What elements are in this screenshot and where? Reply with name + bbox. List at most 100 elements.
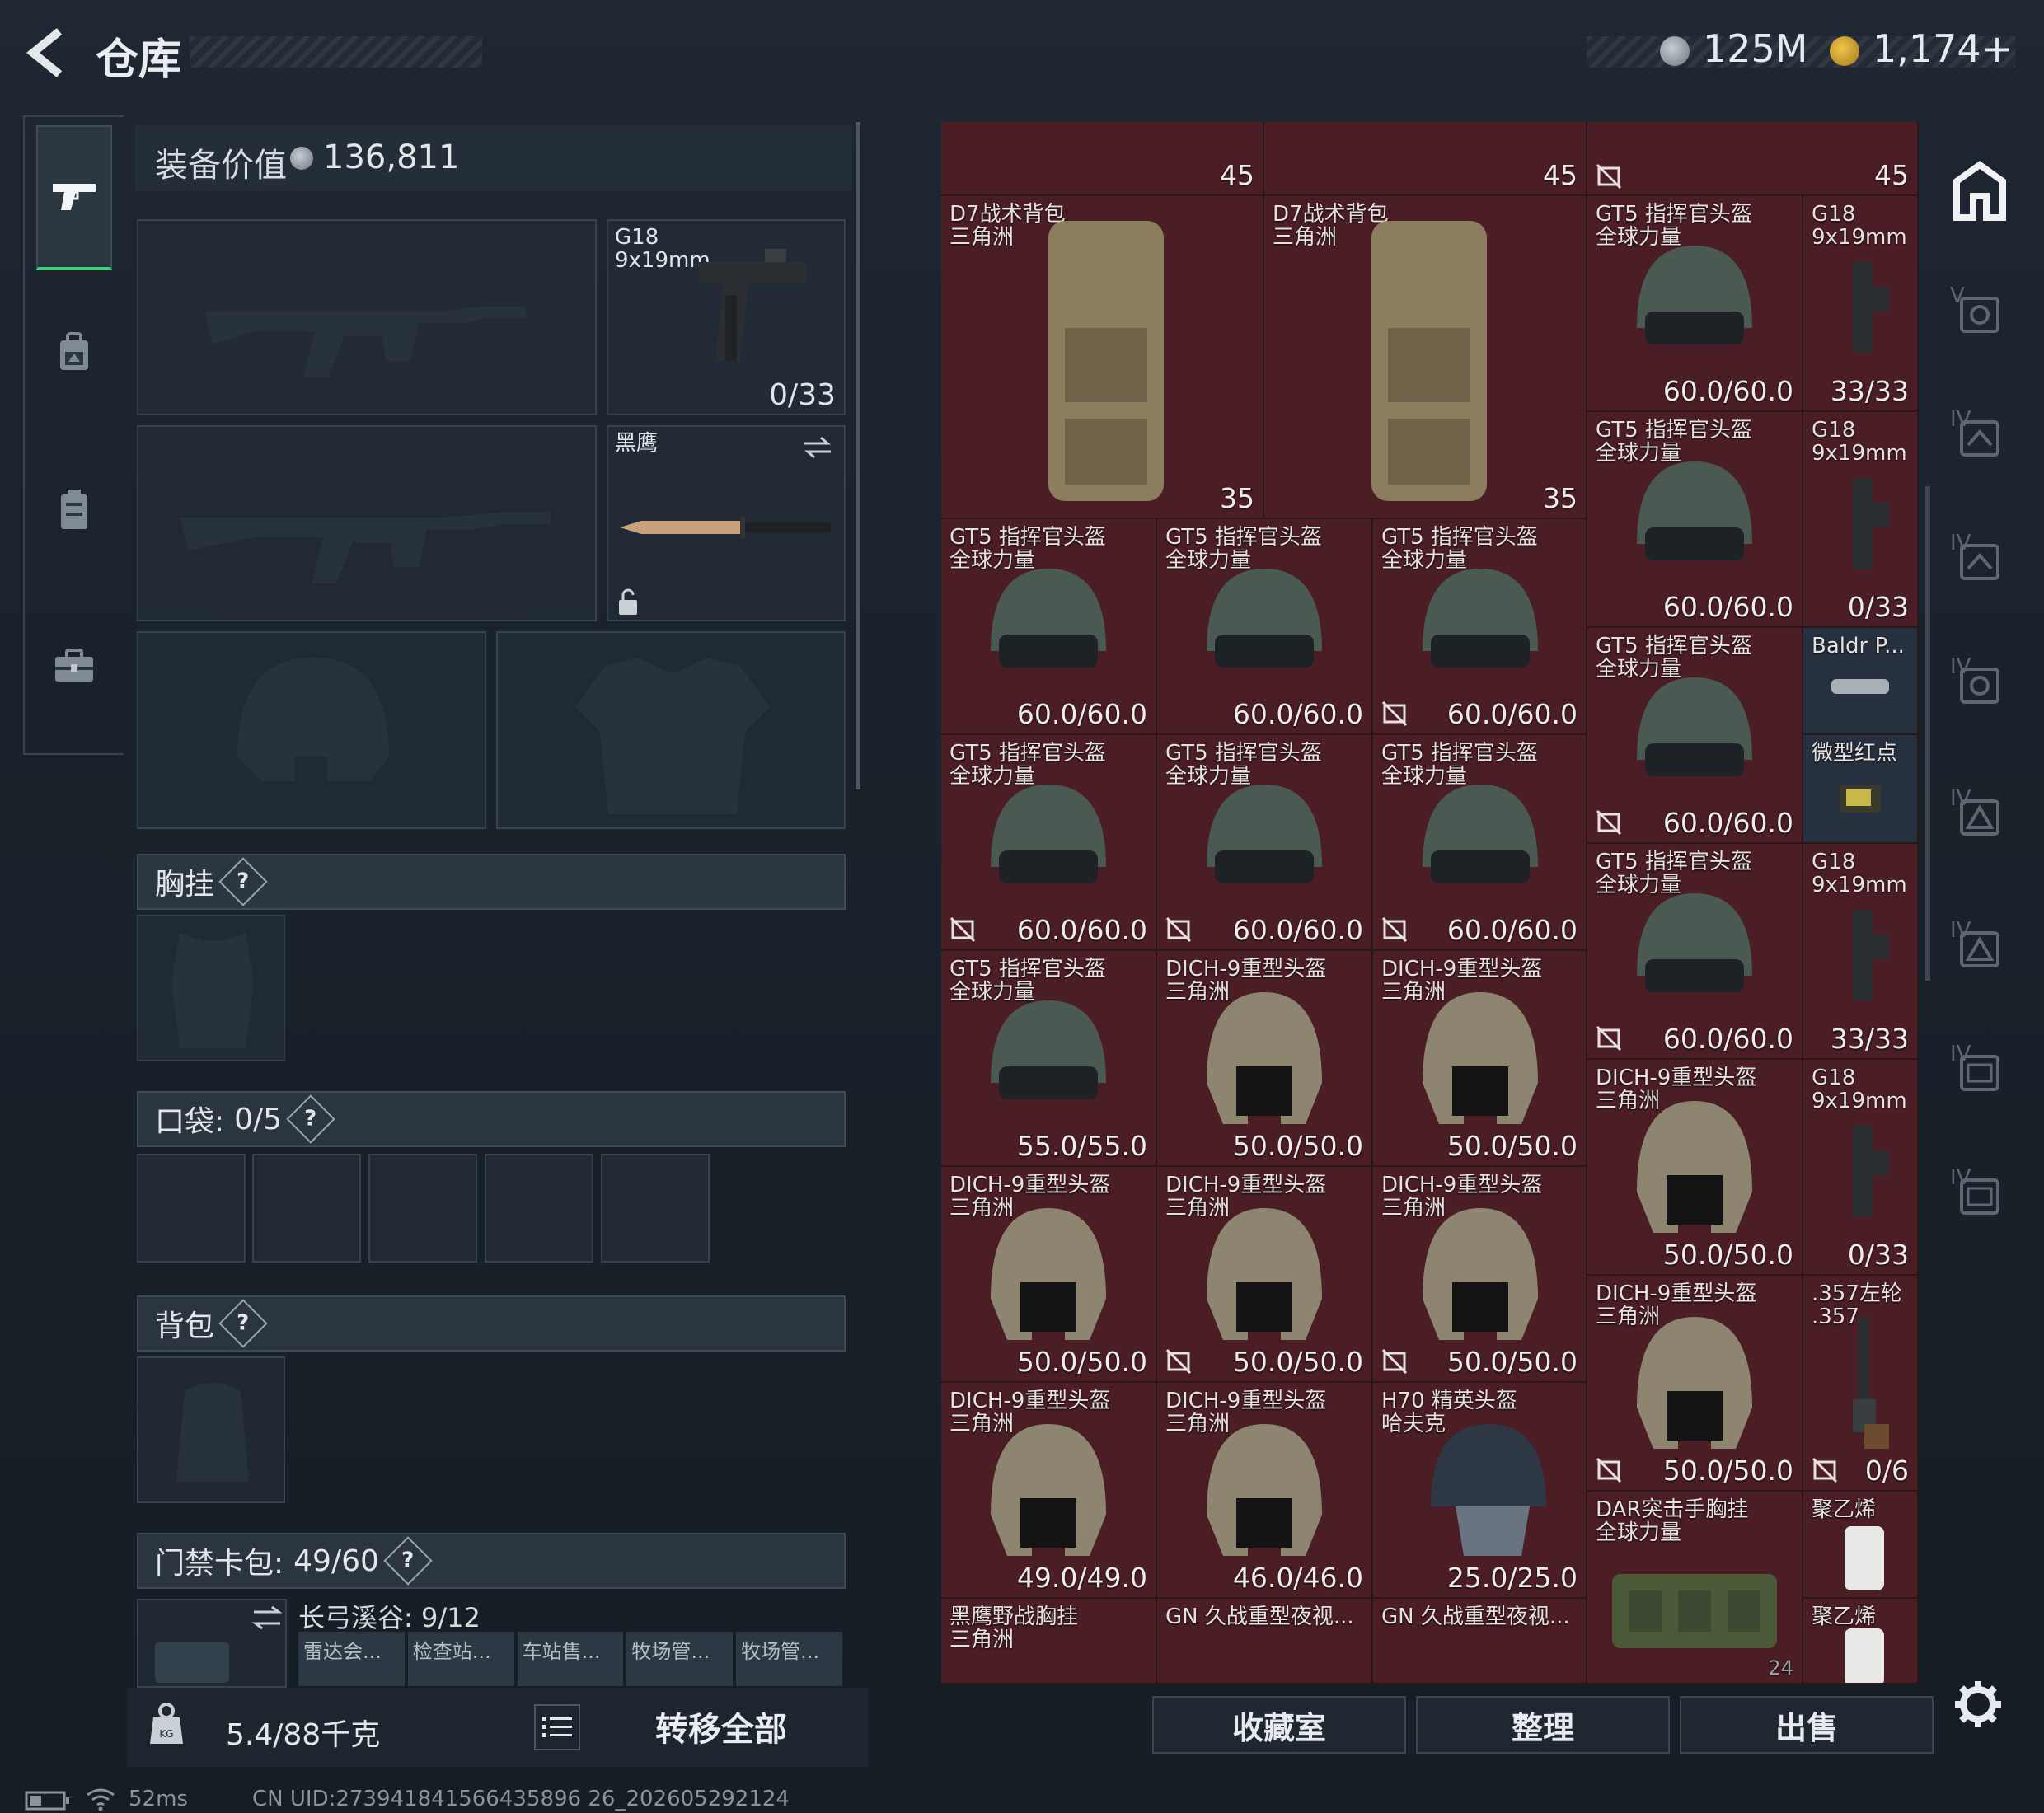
list-view-button[interactable] — [534, 1704, 580, 1750]
stash-item-helmet[interactable]: DICH-9重型头盔 三角洲 46.0/46.0 — [1157, 1383, 1373, 1599]
no-insure-icon — [1596, 163, 1622, 190]
stash-item[interactable]: 45 — [1587, 122, 1919, 196]
sort-button[interactable]: 整理 — [1416, 1696, 1670, 1754]
stash-item-nvg[interactable]: GN 久战重型夜视... — [1373, 1599, 1587, 1684]
gear-icon[interactable] — [1952, 1678, 2004, 1731]
stash-item-helmet[interactable]: GT5 指挥官头盔 全球力量 60.0/60.0 — [941, 519, 1157, 735]
ping-value: 52ms — [129, 1787, 188, 1811]
stash-item-nvg[interactable]: GN 久战重型夜视... — [1157, 1599, 1373, 1684]
stash-item-pistol[interactable]: G18 9x19mm 33/33 — [1803, 844, 1919, 1060]
help-icon[interactable]: ? — [218, 857, 268, 906]
keycard-case-slot[interactable] — [137, 1599, 287, 1688]
stash-item-chest-rig[interactable]: 黑鹰野战胸挂 三角洲 — [941, 1599, 1157, 1684]
nav-item-weapons[interactable] — [36, 125, 112, 270]
help-icon[interactable]: ? — [218, 1299, 268, 1348]
pocket-slot[interactable] — [368, 1154, 477, 1263]
stash-item-helmet[interactable]: GT5 指挥官头盔 全球力量 60.0/60.0 — [1157, 519, 1373, 735]
pockets-header: 口袋: 0/5 ? — [137, 1091, 846, 1147]
stash-item-helmet[interactable]: GT5 指挥官头盔 全球力量 60.0/60.0 — [941, 735, 1157, 951]
stash-item-helmet[interactable]: GT5 指挥官头盔 全球力量 60.0/60.0 — [1587, 196, 1803, 412]
stash-item-helmet[interactable]: DICH-9重型头盔 三角洲 50.0/50.0 — [1587, 1276, 1803, 1492]
helmet-gt5-icon — [1423, 569, 1538, 668]
stash-item-helmet[interactable]: DICH-9重型头盔 三角洲 50.0/50.0 — [1587, 1060, 1803, 1276]
stash-item-helmet[interactable]: GT5 指挥官头盔 全球力量 60.0/60.0 — [1373, 735, 1587, 951]
stash-item-helmet[interactable]: DICH-9重型头盔 三角洲 50.0/50.0 — [1373, 951, 1587, 1167]
keycard-item[interactable]: 雷达会... — [298, 1632, 405, 1686]
category-tier-item[interactable]: IV — [1945, 1038, 2014, 1108]
category-tier-item[interactable]: IV — [1945, 1162, 2014, 1231]
stash-item-helmet[interactable]: GT5 指挥官头盔 全球力量 60.0/60.0 — [1587, 412, 1803, 628]
category-tier-item[interactable]: IV — [1945, 651, 2014, 720]
stash-item-revolver[interactable]: .357左轮 .357 0/6 — [1803, 1276, 1919, 1492]
stash-item-helmet[interactable]: GT5 指挥官头盔 全球力量 60.0/60.0 — [1373, 519, 1587, 735]
stash-item-helmet[interactable]: GT5 指挥官头盔 全球力量 60.0/60.0 — [1587, 628, 1803, 844]
pocket-slot[interactable] — [252, 1154, 361, 1263]
chest-rig-slot[interactable] — [137, 915, 285, 1061]
pocket-slot[interactable] — [137, 1154, 246, 1263]
swap-icon[interactable] — [801, 435, 834, 460]
keycard-item[interactable]: 车站售... — [517, 1632, 624, 1686]
stash-item-helmet[interactable]: GT5 指挥官头盔 全球力量 55.0/55.0 — [941, 951, 1157, 1167]
chest-rig-silhouette-icon — [171, 933, 254, 1048]
stash-item[interactable]: 45 — [1264, 122, 1587, 196]
home-icon[interactable] — [1945, 157, 2014, 226]
primary-weapon-slot[interactable] — [137, 219, 597, 415]
stash-item-helmet[interactable]: DICH-9重型头盔 三角洲 50.0/50.0 — [1373, 1167, 1587, 1383]
stash-item-attachment[interactable]: Baldr P... — [1803, 628, 1919, 735]
stash-item-pistol[interactable]: G18 9x19mm 33/33 — [1803, 196, 1919, 412]
sell-button[interactable]: 出售 — [1680, 1696, 1934, 1754]
stash-scrollbar[interactable] — [1925, 486, 1930, 981]
stash-item-helmet[interactable]: DICH-9重型头盔 三角洲 49.0/49.0 — [941, 1383, 1157, 1599]
stash-item-helmet[interactable]: DICH-9重型头盔 三角洲 50.0/50.0 — [1157, 1167, 1373, 1383]
nav-item-container[interactable] — [36, 437, 112, 582]
stash-item-backpack[interactable]: D7战术背包 三角洲 35 — [1264, 196, 1587, 519]
category-tier-item[interactable]: IV — [1945, 527, 2014, 597]
sidearm-slot[interactable]: G18 9x19mm 0/33 — [607, 219, 846, 415]
stash-item-helmet[interactable]: DICH-9重型头盔 三角洲 50.0/50.0 — [1157, 951, 1373, 1167]
polyethylene-roll-icon — [1845, 1526, 1884, 1590]
helmet-silhouette-icon — [237, 658, 389, 781]
category-tier-item[interactable]: IV — [1945, 915, 2014, 984]
stash-item-pistol[interactable]: G18 9x19mm 0/33 — [1803, 412, 1919, 628]
stash-item-helmet[interactable]: GT5 指挥官头盔 全球力量 60.0/60.0 — [1587, 844, 1803, 1060]
g18-pistol-icon — [1853, 1126, 1889, 1216]
category-tier-item[interactable]: IV — [1945, 783, 2014, 852]
pocket-slot[interactable] — [485, 1154, 593, 1263]
weight-icon: KG — [150, 1703, 183, 1744]
armor-slot[interactable] — [496, 631, 846, 829]
stash-item-material[interactable]: 聚乙烯 — [1803, 1492, 1919, 1599]
nav-item-backpack[interactable] — [36, 280, 112, 425]
stash-item-helmet[interactable]: H70 精英头盔 哈夫克 25.0/25.0 — [1373, 1383, 1587, 1599]
collection-room-button[interactable]: 收藏室 — [1152, 1696, 1406, 1754]
help-icon[interactable]: ? — [383, 1536, 433, 1586]
stash-item-chest-rig[interactable]: DAR突击手胸挂 全球力量 24 — [1587, 1492, 1803, 1684]
keycard-item[interactable]: 牧场管... — [736, 1632, 842, 1686]
keycard-item[interactable]: 牧场管... — [626, 1632, 734, 1686]
equipment-value: 136,811 — [323, 138, 460, 176]
backpack-slot[interactable] — [137, 1356, 285, 1503]
stash-item-backpack[interactable]: D7战术背包 三角洲 35 — [941, 196, 1264, 519]
category-tier-item[interactable]: IV — [1945, 404, 2014, 473]
secondary-weapon-slot[interactable] — [137, 425, 597, 621]
stash-item-helmet[interactable]: GT5 指挥官头盔 全球力量 60.0/60.0 — [1157, 735, 1373, 951]
keycard-item[interactable]: 检查站... — [407, 1632, 514, 1686]
nav-item-toolbox[interactable] — [36, 593, 112, 738]
stash-item-attachment[interactable]: 微型红点 — [1803, 735, 1919, 844]
helmet-slot[interactable] — [137, 631, 486, 829]
helmet-dich9-icon — [1207, 1208, 1322, 1340]
stash-item-material[interactable]: 聚乙烯 — [1803, 1599, 1919, 1684]
battery-icon — [25, 1791, 69, 1811]
pocket-slot[interactable] — [601, 1154, 710, 1263]
keycard-header: 门禁卡包: 49/60 ? — [137, 1533, 846, 1589]
chest-rig-header: 胸挂 ? — [137, 854, 846, 910]
category-tier-item[interactable]: V — [1945, 280, 2014, 349]
gold-amount[interactable]: 1,174+ — [1873, 26, 2013, 71]
back-arrow-icon[interactable] — [23, 26, 73, 79]
transfer-all-button[interactable]: 转移全部 — [610, 1699, 832, 1754]
equipment-scrollbar[interactable] — [856, 122, 860, 789]
stash-item[interactable]: 45 — [941, 122, 1264, 196]
stash-item-pistol[interactable]: G18 9x19mm 0/33 — [1803, 1060, 1919, 1276]
melee-slot[interactable]: 黑鹰 — [607, 425, 846, 621]
stash-item-helmet[interactable]: DICH-9重型头盔 三角洲 50.0/50.0 — [941, 1167, 1157, 1383]
help-icon[interactable]: ? — [286, 1094, 335, 1144]
